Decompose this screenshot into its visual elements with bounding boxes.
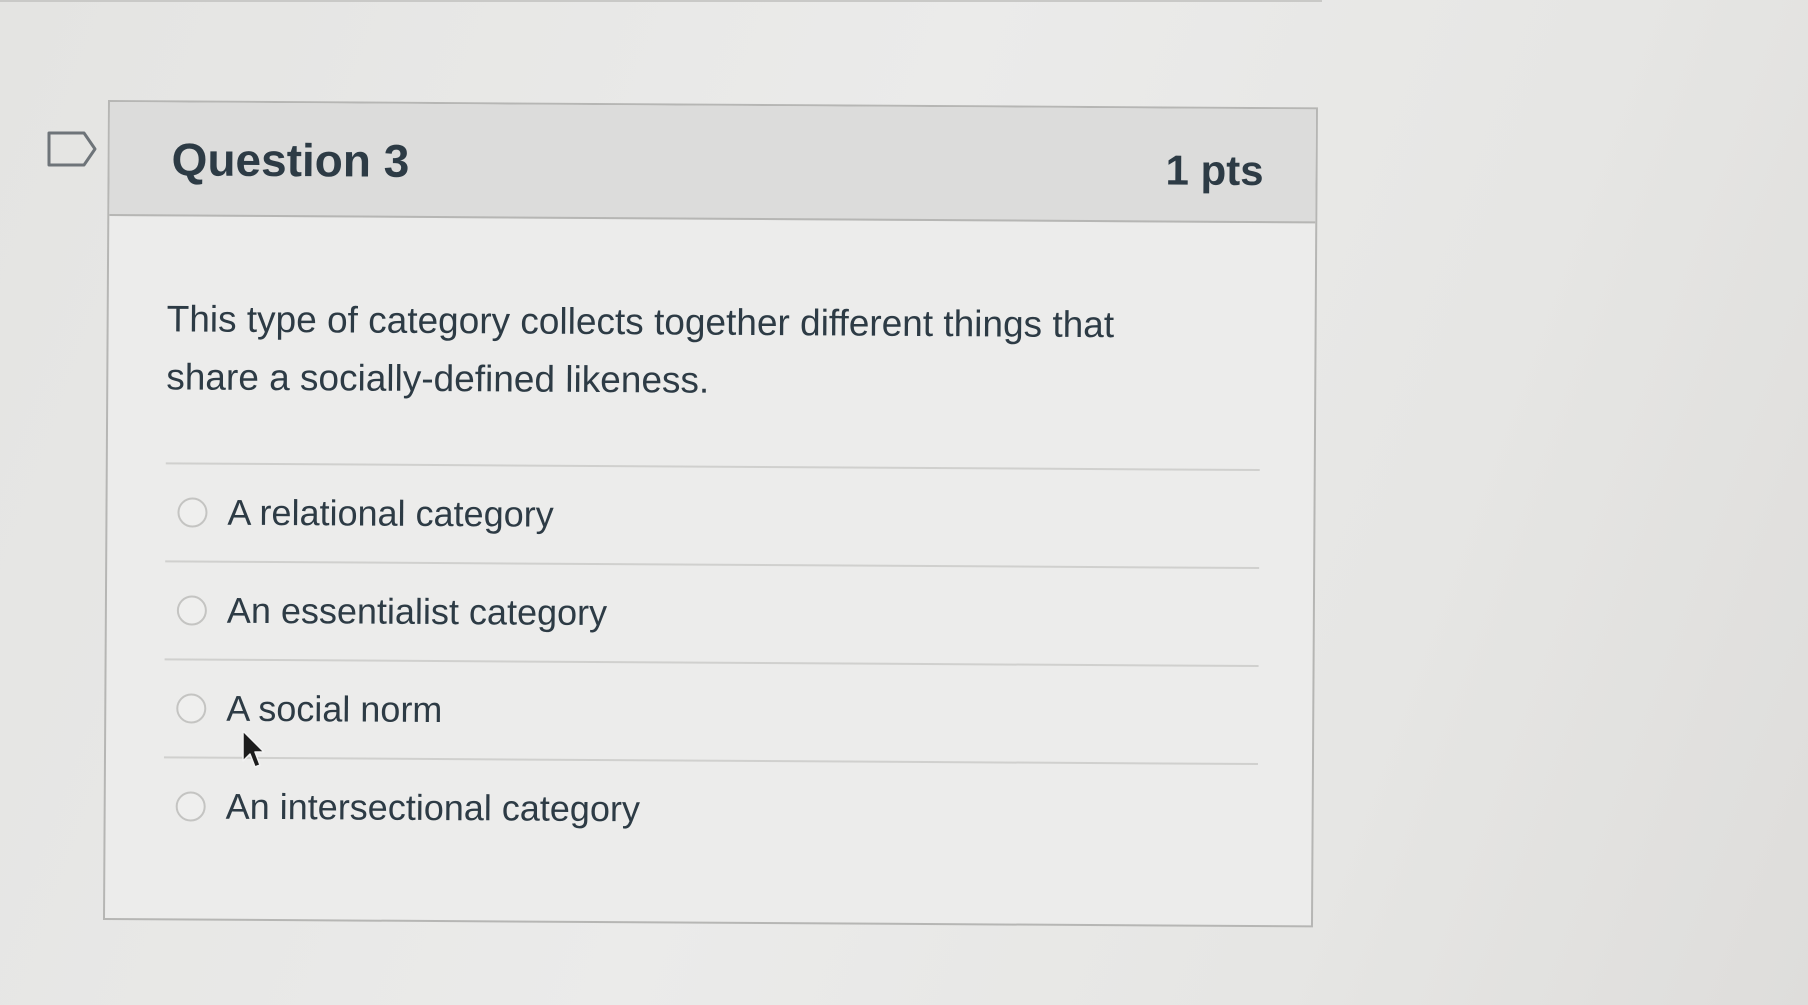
question-card: Question 3 1 pts This type of category c… [102, 100, 1318, 928]
answer-label[interactable]: An intersectional category [226, 786, 640, 831]
answer-option-intersectional[interactable]: An intersectional category [163, 756, 1258, 862]
radio-button[interactable] [176, 595, 207, 626]
answer-label[interactable]: A social norm [226, 688, 442, 731]
question-header: Question 3 1 pts [109, 102, 1316, 224]
answer-label[interactable]: A relational category [227, 492, 553, 536]
question-text: This type of category collects together … [166, 298, 1115, 401]
radio-button[interactable] [175, 791, 206, 822]
radio-button[interactable] [177, 497, 208, 528]
question-title: Question 3 [171, 133, 410, 187]
mouse-pointer-icon [242, 730, 265, 768]
flag-question-icon[interactable] [46, 130, 98, 168]
answer-option-relational[interactable]: A relational category [165, 462, 1260, 568]
answer-label[interactable]: An essentialist category [227, 590, 607, 634]
radio-button[interactable] [176, 693, 207, 724]
answer-list: A relational category An essentialist ca… [163, 462, 1260, 862]
answer-option-social-norm[interactable]: A social norm [163, 658, 1259, 764]
top-divider [0, 0, 1322, 2]
question-body: This type of category collects together … [105, 216, 1315, 862]
answer-option-essentialist[interactable]: An essentialist category [164, 560, 1260, 666]
question-points: 1 pts [1165, 146, 1264, 195]
